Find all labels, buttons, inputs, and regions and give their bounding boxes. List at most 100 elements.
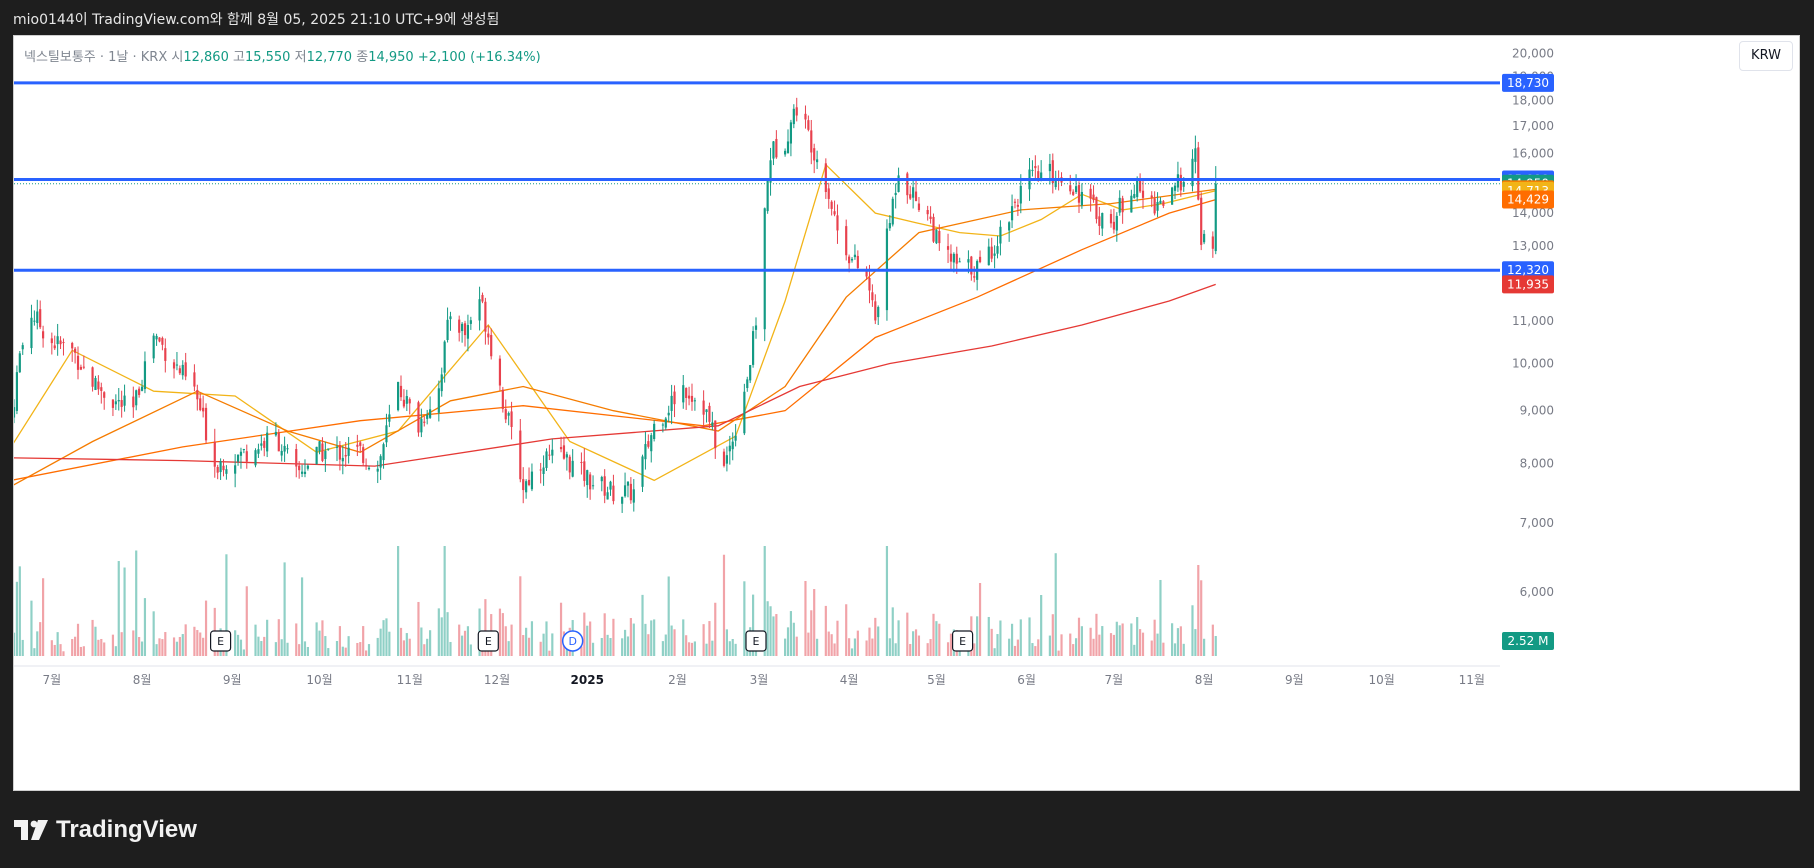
candle-body [103, 392, 106, 398]
candle-body [362, 447, 365, 463]
volume-bar [926, 643, 929, 656]
volume-bar [260, 641, 263, 656]
volume-bar [586, 625, 589, 656]
earnings-marker-label: E [485, 635, 492, 648]
candle-body [874, 301, 877, 321]
candle-body [853, 254, 857, 258]
volume-bar [973, 643, 976, 656]
volume-bar [50, 640, 53, 656]
candle-body [632, 489, 635, 503]
volume-bar [743, 581, 746, 656]
low-label: 저 [294, 50, 307, 65]
candle-body [1150, 195, 1153, 198]
volume-bar [74, 636, 77, 656]
candle-body [865, 271, 868, 277]
price-scale-label: 11,935 [1507, 277, 1549, 291]
volume-bar [426, 638, 429, 656]
candle-body [132, 396, 135, 408]
volume-bar [519, 576, 522, 656]
volume-bar [280, 639, 283, 656]
volume-bar [685, 635, 688, 656]
volume-bar [589, 621, 592, 656]
volume-bar [1069, 633, 1072, 656]
volume-bar [184, 624, 187, 656]
candle-body [952, 253, 955, 263]
dividend-marker-label: D [568, 635, 576, 648]
candle-body [469, 320, 472, 324]
x-tick-label: 3월 [750, 673, 769, 687]
volume-bar [1089, 627, 1092, 656]
volume-bar [999, 620, 1002, 656]
volume-bar [987, 616, 990, 656]
candle-body [33, 320, 36, 322]
volume-bar [30, 600, 33, 656]
candle-body [140, 386, 144, 391]
horizontal-lines-layer [14, 81, 1500, 272]
volume-bar [423, 644, 426, 656]
candle-body [914, 191, 918, 201]
chart-caption: mio0144이 TradingView.com와 함께 8월 05, 2025… [13, 12, 500, 28]
tradingview-logo[interactable]: TradingView [14, 816, 197, 844]
volume-bar [1118, 625, 1121, 656]
candle-body [303, 471, 307, 474]
volume-bar [1112, 634, 1115, 656]
volume-bar [795, 636, 798, 656]
candle-body [1159, 200, 1162, 204]
candle-body [711, 422, 714, 426]
volume-bar [976, 616, 979, 656]
candle-body [935, 229, 938, 244]
candle-body [949, 253, 953, 262]
candle-body [344, 454, 347, 457]
volume-bar [469, 644, 472, 656]
candle-body [693, 400, 696, 402]
chart-panel[interactable]: 20,00019,00018,00017,00016,00015,00014,0… [13, 35, 1800, 791]
volume-bar [551, 633, 554, 656]
candle-body [420, 418, 423, 433]
x-tick-label: 7월 [42, 673, 61, 687]
currency-button[interactable]: KRW [1739, 41, 1793, 71]
candle-body [999, 226, 1002, 244]
volume-bar [172, 637, 176, 656]
volume-bar [775, 614, 778, 656]
volume-bar [359, 642, 362, 656]
candle-body [527, 479, 531, 486]
volume-bar [853, 638, 857, 656]
volume-bar [364, 650, 368, 656]
volume-bar [324, 636, 327, 656]
volume-bar [626, 636, 630, 656]
candle-body [539, 469, 542, 471]
volume-bar [1159, 579, 1162, 656]
volume-bar [548, 650, 551, 656]
candle-body [1153, 198, 1156, 214]
volume-bar [234, 630, 237, 656]
volume-bar [429, 630, 432, 656]
volume-bar [938, 623, 941, 656]
candle-body [609, 481, 612, 490]
volume-bar [714, 602, 717, 656]
candle-body [507, 413, 510, 416]
volume-bar [888, 638, 891, 656]
candle-body [466, 325, 470, 339]
volume-bar [463, 630, 467, 656]
volume-bar [236, 634, 240, 656]
volume-bar [865, 640, 868, 656]
volume-bar [542, 633, 545, 656]
candle-body [300, 471, 304, 474]
candle-body [568, 456, 571, 473]
candle-body [111, 399, 115, 408]
earnings-marker-label: E [753, 635, 760, 648]
candle-body [417, 402, 420, 433]
candle-body [1016, 204, 1019, 207]
candle-body [1197, 147, 1200, 200]
volume-bar [114, 646, 117, 656]
candle-body [341, 457, 344, 462]
candle-body [1179, 174, 1182, 191]
price-chart[interactable]: 20,00019,00018,00017,00016,00015,00014,0… [14, 36, 1799, 790]
volume-bar [935, 621, 938, 656]
candle-body [164, 348, 167, 361]
symbol-info[interactable]: 넥스틸보통주 · 1날 · KRX [24, 50, 167, 65]
candle-body [650, 435, 653, 452]
candle-body [478, 299, 481, 321]
volume-bar [632, 623, 635, 656]
candle-body [56, 336, 59, 345]
